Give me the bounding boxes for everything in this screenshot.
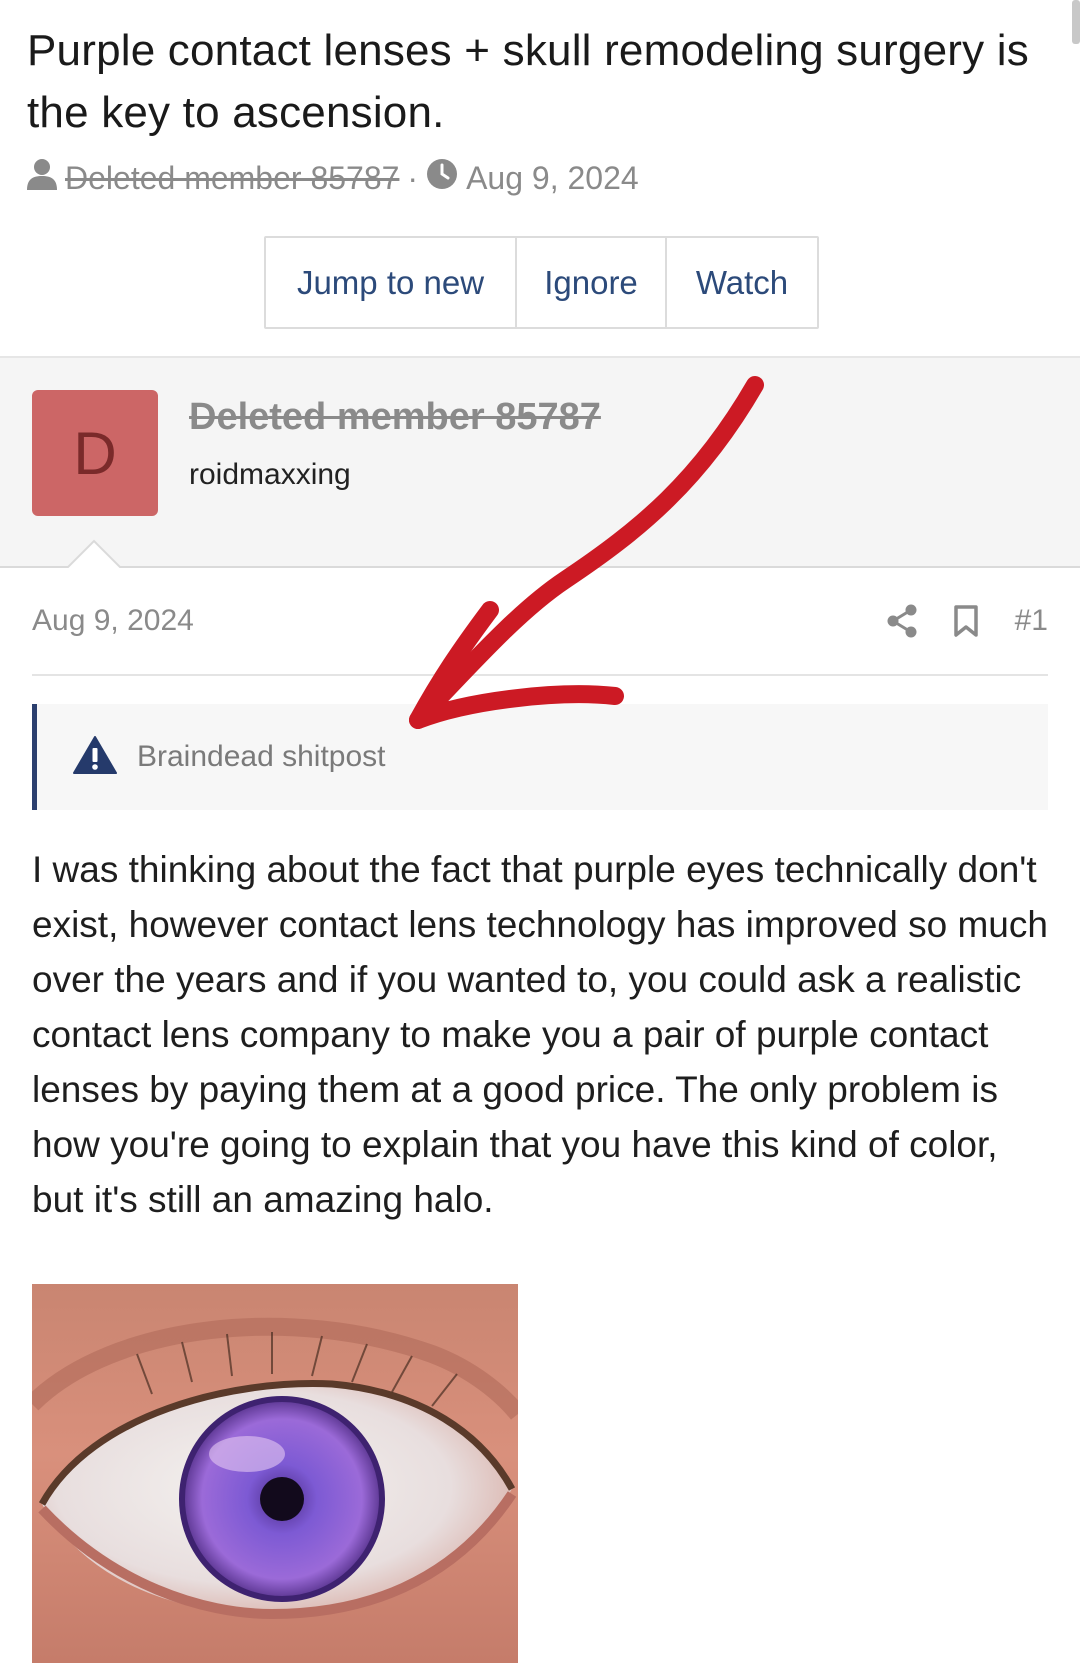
user-icon [27,158,57,198]
clock-icon [426,158,458,198]
warning-icon [73,735,117,780]
post-username[interactable]: Deleted member 85787 [189,396,601,439]
bookmark-icon[interactable] [953,604,979,638]
post-actions: #1 [851,600,1048,642]
post-body-text: I was thinking about the fact that purpl… [32,849,1048,1220]
meta-separator: · [407,159,419,196]
user-block-pointer [66,539,122,570]
avatar[interactable]: D [32,390,158,516]
thread-action-buttons: Jump to new Ignore Watch [264,236,819,329]
thread-meta: Deleted member 85787 · Aug 9, 2024 [27,158,1040,198]
post-date[interactable]: Aug 9, 2024 [32,604,194,638]
scrollbar[interactable] [1072,0,1080,44]
purple-eye-image[interactable] [32,1284,518,1663]
warning-label: Braindead shitpost [137,740,386,773]
thread-date[interactable]: Aug 9, 2024 [466,160,639,197]
ignore-button[interactable]: Ignore [517,238,667,327]
share-icon[interactable] [887,604,917,638]
watch-button[interactable]: Watch [667,238,817,327]
post-user-block: D Deleted member 85787 roidmaxxing [0,356,1080,568]
thread-author[interactable]: Deleted member 85787 [65,160,399,197]
user-title: roidmaxxing [189,458,351,491]
jump-to-new-button[interactable]: Jump to new [266,238,517,327]
thread-header: Purple contact lenses + skull remodeling… [0,0,1080,198]
post-number[interactable]: #1 [1015,604,1048,638]
post-meta: Aug 9, 2024 #1 [32,600,1048,676]
post-warning-notice: Braindead shitpost [32,704,1048,810]
thread-title: Purple contact lenses + skull remodeling… [27,26,1029,137]
